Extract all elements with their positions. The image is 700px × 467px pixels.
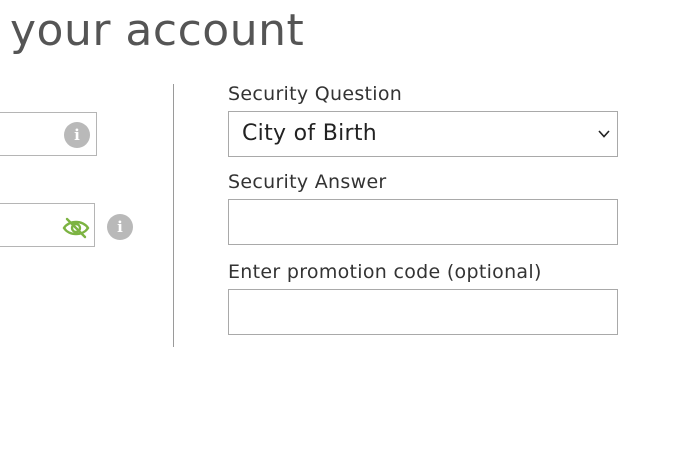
security-answer-input[interactable]: [228, 199, 618, 245]
security-question-label: Security Question: [228, 83, 403, 105]
info-icon[interactable]: i: [107, 214, 133, 240]
chevron-down-icon: [598, 130, 610, 138]
info-icon[interactable]: i: [64, 122, 90, 148]
promotion-code-input[interactable]: [228, 289, 618, 335]
security-question-value: City of Birth: [242, 121, 378, 146]
security-question-select[interactable]: City of Birth: [228, 111, 618, 157]
eye-slash-icon[interactable]: [62, 217, 90, 239]
promotion-code-label: Enter promotion code (optional): [228, 261, 542, 283]
security-answer-label: Security Answer: [228, 171, 387, 193]
create-account-form: your account i i Security Question City …: [0, 0, 700, 467]
page-title: your account: [10, 5, 305, 56]
column-divider: [173, 84, 174, 347]
